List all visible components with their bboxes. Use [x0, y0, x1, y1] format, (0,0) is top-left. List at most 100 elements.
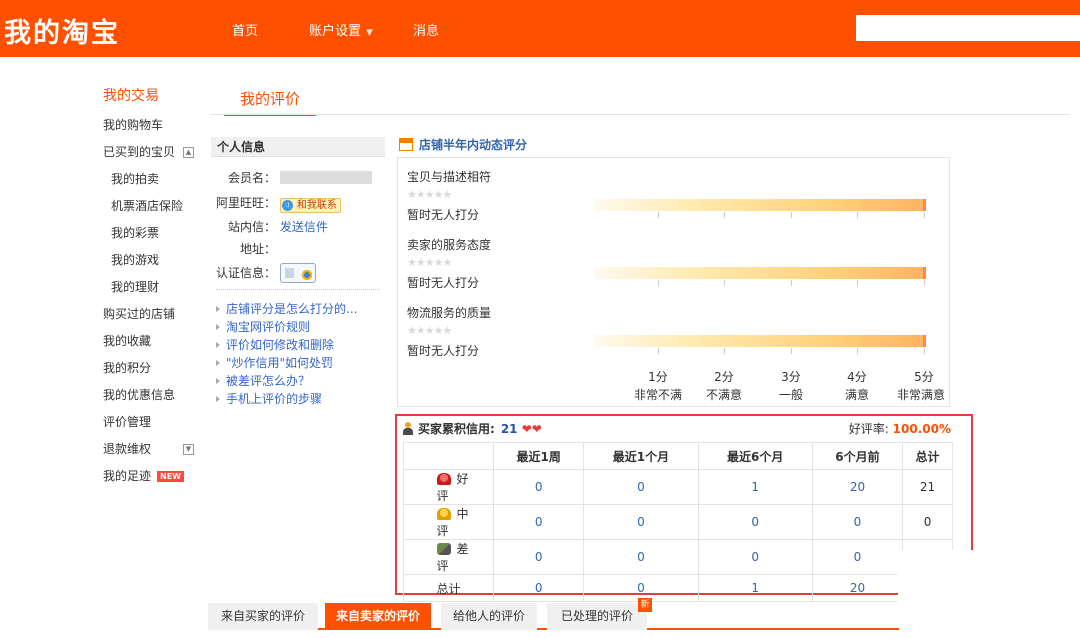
sidebar-item-points[interactable]: 我的积分 — [103, 355, 213, 382]
rating-status: 暂时无人打分 — [407, 208, 480, 222]
table-cell[interactable]: 0 — [583, 539, 699, 575]
scale-tick — [857, 280, 858, 286]
id-card-icon[interactable] — [279, 263, 316, 283]
triangle-right-icon — [216, 360, 220, 366]
rating-label-service: 卖家的服务态度 — [407, 238, 492, 252]
rating-label-description: 宝贝与描述相符 — [407, 170, 492, 184]
sidebar-item-reviews[interactable]: 评价管理 — [103, 409, 213, 436]
address-label: 地址： — [240, 242, 277, 256]
scale-score: 5分 — [914, 370, 934, 384]
table-cell[interactable]: 0 — [697, 504, 813, 540]
scale-score: 4分 — [847, 370, 867, 384]
calendar-icon — [399, 138, 413, 151]
help-link[interactable]: 手机上评价的步骤 — [216, 390, 357, 408]
sidebar-item-coupons[interactable]: 我的优惠信息 — [103, 382, 213, 409]
table-cell[interactable]: 0 — [583, 504, 699, 540]
help-link-text[interactable]: 店铺评分是怎么打分的... — [226, 302, 357, 316]
nav-account-label: 账户设置 — [309, 24, 362, 39]
table-row: 总计 0 0 1 20 — [403, 574, 953, 602]
row-label-cell: 总计 — [403, 574, 494, 602]
buyer-icon — [403, 422, 413, 435]
page-title[interactable]: 我的评价 — [224, 86, 316, 116]
credit-value[interactable]: 21 — [501, 422, 518, 436]
divider — [210, 114, 1070, 115]
triangle-right-icon — [216, 306, 220, 312]
search-input[interactable] — [856, 15, 1080, 41]
help-link[interactable]: 淘宝网评价规则 — [216, 318, 357, 336]
sidebar-item-shops[interactable]: 购买过的店铺 — [103, 301, 213, 328]
new-badge: NEW — [157, 471, 184, 482]
help-link-text[interactable]: 手机上评价的步骤 — [226, 392, 322, 406]
help-link[interactable]: 被差评怎么办？ — [216, 372, 357, 390]
sidebar-item-travel[interactable]: 机票酒店保险 — [103, 193, 213, 220]
wangwang-row: 阿里旺旺： :) 和我联系 — [216, 194, 341, 213]
table-cell[interactable]: 0 — [697, 539, 813, 575]
sidebar-item-lottery[interactable]: 我的彩票 — [103, 220, 213, 247]
sidebar-item-footprints[interactable]: 我的足迹 NEW — [103, 463, 213, 490]
expand-icon[interactable]: ▼ — [183, 444, 194, 455]
sidebar-item-refunds[interactable]: 退款维权 ▼ — [103, 436, 213, 463]
help-link-text[interactable]: 被差评怎么办？ — [226, 374, 310, 388]
sidebar-item-favorites[interactable]: 我的收藏 — [103, 328, 213, 355]
send-mail-link[interactable]: 发送信件 — [280, 220, 328, 234]
good-rate-label: 好评率: — [848, 422, 889, 436]
table-cell[interactable]: 0 — [811, 539, 904, 575]
row-label-cell: 好评 — [403, 469, 494, 505]
table-cell[interactable]: 1 — [697, 469, 813, 505]
tab-processed[interactable]: 已处理的评价 — [547, 603, 647, 630]
red-flower-icon — [436, 473, 451, 485]
scale-tick — [924, 348, 925, 354]
scale-score: 2分 — [714, 370, 734, 384]
scale-tick — [658, 348, 659, 354]
tab-given-to-others[interactable]: 给他人的评价 — [441, 603, 537, 630]
table-cell[interactable]: 0 — [583, 469, 699, 505]
contact-me-button[interactable]: :) 和我联系 — [279, 198, 341, 213]
wangwang-icon: :) — [281, 200, 293, 211]
scale-tick — [857, 212, 858, 218]
scale-text: 不满意 — [705, 388, 742, 402]
shop-rating-title: 店铺半年内动态评分 — [399, 136, 527, 153]
table-cell[interactable]: 0 — [492, 504, 585, 540]
logo[interactable]: 我的淘宝 — [4, 11, 120, 50]
personal-info-title: 个人信息 — [211, 137, 385, 157]
sidebar-title[interactable]: 我的交易 — [103, 84, 213, 112]
table-row: 好评 0 0 1 20 21 — [403, 469, 953, 505]
nav-home[interactable]: 首页 — [232, 20, 258, 39]
scale-tick — [924, 280, 925, 286]
tab-from-buyers[interactable]: 来自买家的评价 — [208, 603, 318, 630]
scale-tick — [724, 348, 725, 354]
nav-messages[interactable]: 消息 — [413, 20, 439, 39]
table-header: 最近6个月 — [697, 442, 813, 470]
scale-tick — [791, 348, 792, 354]
help-link[interactable]: 评价如何修改和删除 — [216, 336, 357, 354]
help-link[interactable]: "炒作信用"如何处罚 — [216, 354, 357, 372]
table-cell[interactable]: 0 — [492, 469, 585, 505]
top-navigation-bar: 我的淘宝 首页 账户设置 ▼ 消息 — [0, 0, 1080, 57]
help-link-text[interactable]: 评价如何修改和删除 — [226, 338, 334, 352]
table-cell[interactable]: 20 — [811, 574, 904, 602]
tab-from-sellers[interactable]: 来自卖家的评价 — [325, 603, 431, 630]
table-cell[interactable]: 0 — [492, 574, 585, 602]
scale-text: 一般 — [778, 388, 803, 402]
sidebar-item-auction[interactable]: 我的拍卖 — [103, 166, 213, 193]
triangle-right-icon — [216, 378, 220, 384]
rating-bar — [594, 267, 926, 279]
help-link[interactable]: 店铺评分是怎么打分的... — [216, 300, 357, 318]
table-header: 总计 — [902, 442, 953, 470]
sidebar-item-games[interactable]: 我的游戏 — [103, 247, 213, 274]
scale-tick — [658, 280, 659, 286]
sidebar-item-cart[interactable]: 我的购物车 — [103, 112, 213, 139]
nav-account-settings[interactable]: 账户设置 ▼ — [309, 20, 373, 39]
table-cell[interactable]: 0 — [811, 504, 904, 540]
credit-label: 买家累积信用: — [418, 422, 495, 436]
sidebar-item-purchased[interactable]: 已买到的宝贝 ▲ — [103, 139, 213, 166]
table-cell[interactable]: 20 — [811, 469, 904, 505]
collapse-icon[interactable]: ▲ — [183, 147, 194, 158]
sidebar-item-finance[interactable]: 我的理财 — [103, 274, 213, 301]
table-cell[interactable]: 1 — [697, 574, 813, 602]
table-cell[interactable]: 0 — [492, 539, 585, 575]
table-header-blank — [403, 442, 494, 470]
help-link-text[interactable]: "炒作信用"如何处罚 — [226, 356, 333, 370]
rating-bar — [594, 199, 926, 211]
help-link-text[interactable]: 淘宝网评价规则 — [226, 320, 310, 334]
